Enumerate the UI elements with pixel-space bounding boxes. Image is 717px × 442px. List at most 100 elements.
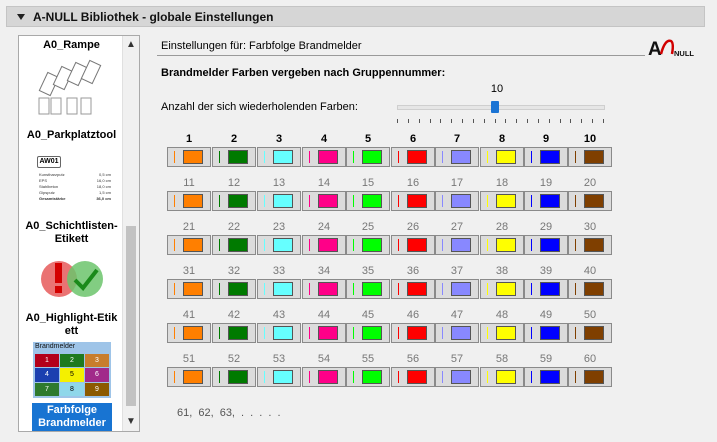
color-picker-button[interactable] — [391, 323, 435, 343]
color-picker-button[interactable] — [568, 191, 612, 211]
color-swatch — [584, 326, 604, 340]
color-picker-button[interactable] — [391, 367, 435, 387]
panel-header[interactable]: A-NULL Bibliothek - globale Einstellunge… — [6, 6, 705, 27]
color-picker-button[interactable] — [480, 191, 524, 211]
color-picker-button[interactable] — [167, 235, 211, 255]
color-picker-button[interactable] — [212, 323, 256, 343]
color-picker-button[interactable] — [212, 279, 256, 299]
color-picker-button[interactable] — [212, 147, 256, 167]
slider-tick — [592, 119, 594, 123]
color-picker-button[interactable] — [568, 279, 612, 299]
slider-thumb[interactable] — [490, 101, 499, 113]
color-picker-button[interactable] — [480, 323, 524, 343]
settings-main: Einstellungen für: Farbfolge Brandmelder… — [147, 35, 705, 432]
color-picker-button[interactable] — [346, 367, 390, 387]
color-swatch — [451, 370, 471, 384]
sidebar-item-schichtlisten-etikett[interactable]: A0_Schichtlisten- Etikett — [19, 220, 124, 246]
color-picker-button[interactable] — [257, 191, 301, 211]
color-swatch — [228, 194, 248, 208]
color-picker-button[interactable] — [435, 323, 479, 343]
color-swatch — [496, 326, 516, 340]
color-picker-button[interactable] — [212, 367, 256, 387]
color-picker-button[interactable] — [524, 235, 568, 255]
color-picker-button[interactable] — [167, 367, 211, 387]
color-indicator-line — [575, 239, 576, 251]
color-picker-button[interactable] — [435, 279, 479, 299]
color-picker-button[interactable] — [435, 147, 479, 167]
color-indicator-line — [442, 371, 443, 383]
color-picker-button[interactable] — [568, 147, 612, 167]
highlight-thumbnail[interactable] — [39, 258, 105, 300]
color-picker-button[interactable] — [346, 323, 390, 343]
color-picker-button[interactable] — [568, 323, 612, 343]
color-picker-button[interactable] — [480, 279, 524, 299]
color-picker-button[interactable] — [302, 191, 346, 211]
brandmelder-thumbnail[interactable]: Brandmelder 123 456 789 — [33, 342, 111, 398]
color-picker-button[interactable] — [346, 191, 390, 211]
rampe-thumbnail[interactable] — [37, 58, 107, 118]
color-picker-button[interactable] — [257, 323, 301, 343]
sidebar-item-farbfolge-brandmelder[interactable]: Farbfolge Brandmelder — [32, 403, 112, 431]
scroll-down-icon[interactable]: ▼ — [123, 415, 139, 429]
color-picker-button[interactable] — [480, 235, 524, 255]
color-indicator-line — [398, 239, 399, 251]
repeat-colors-slider[interactable] — [397, 105, 605, 110]
sidebar-item-highlight-etikett[interactable]: A0_Highlight-Etik ett — [19, 312, 124, 338]
color-picker-button[interactable] — [524, 279, 568, 299]
sidebar-scrollbar[interactable]: ▲ ▼ — [122, 36, 139, 431]
color-swatch — [540, 150, 560, 164]
color-picker-button[interactable] — [435, 235, 479, 255]
color-indicator-line — [487, 195, 488, 207]
color-picker-button[interactable] — [346, 147, 390, 167]
color-picker-button[interactable] — [568, 235, 612, 255]
color-picker-button[interactable] — [568, 367, 612, 387]
color-picker-button[interactable] — [480, 147, 524, 167]
color-picker-button[interactable] — [480, 367, 524, 387]
color-picker-button[interactable] — [346, 279, 390, 299]
color-picker-button[interactable] — [257, 235, 301, 255]
color-picker-button[interactable] — [212, 191, 256, 211]
library-sidebar[interactable]: A0_Rampe A0_Parkplatztool AW01 Kunstharz… — [18, 35, 140, 432]
color-picker-button[interactable] — [391, 235, 435, 255]
color-picker-button[interactable] — [302, 367, 346, 387]
color-picker-button[interactable] — [524, 191, 568, 211]
color-picker-button[interactable] — [167, 191, 211, 211]
color-picker-button[interactable] — [346, 235, 390, 255]
color-picker-button[interactable] — [391, 279, 435, 299]
color-picker-button[interactable] — [302, 235, 346, 255]
color-swatch — [451, 150, 471, 164]
sidebar-item-rampe[interactable]: A0_Rampe — [19, 39, 124, 52]
color-picker-button[interactable] — [524, 147, 568, 167]
color-picker-button[interactable] — [302, 279, 346, 299]
color-picker-button[interactable] — [257, 367, 301, 387]
color-picker-button[interactable] — [391, 147, 435, 167]
color-picker-button[interactable] — [212, 235, 256, 255]
color-picker-button[interactable] — [167, 147, 211, 167]
color-swatch — [273, 238, 293, 252]
group-number: 57 — [450, 353, 464, 365]
color-swatch — [496, 194, 516, 208]
color-picker-button[interactable] — [524, 323, 568, 343]
color-picker-button[interactable] — [524, 367, 568, 387]
color-picker-button[interactable] — [257, 147, 301, 167]
color-picker-button[interactable] — [167, 323, 211, 343]
schichtliste-thumbnail[interactable]: AW01 Kunstharzputz 0,5 cm EPS 16,0 cm Stah… — [37, 156, 117, 208]
brandmelder-thumb-cell: 8 — [60, 382, 84, 396]
color-picker-button[interactable] — [435, 367, 479, 387]
color-picker-button[interactable] — [302, 147, 346, 167]
color-picker-button[interactable] — [435, 191, 479, 211]
collapse-triangle-icon[interactable] — [17, 13, 25, 20]
color-indicator-line — [531, 195, 532, 207]
group-number: 38 — [495, 265, 509, 277]
color-picker-button[interactable] — [302, 323, 346, 343]
slider-tick — [548, 119, 550, 123]
group-number: 32 — [227, 265, 241, 277]
group-number: 25 — [361, 221, 375, 233]
scrollbar-thumb[interactable] — [126, 226, 136, 406]
color-picker-button[interactable] — [391, 191, 435, 211]
color-picker-button[interactable] — [257, 279, 301, 299]
group-number: 37 — [450, 265, 464, 277]
scroll-up-icon[interactable]: ▲ — [123, 38, 139, 52]
color-picker-button[interactable] — [167, 279, 211, 299]
sidebar-item-parkplatztool[interactable]: A0_Parkplatztool — [19, 129, 124, 142]
